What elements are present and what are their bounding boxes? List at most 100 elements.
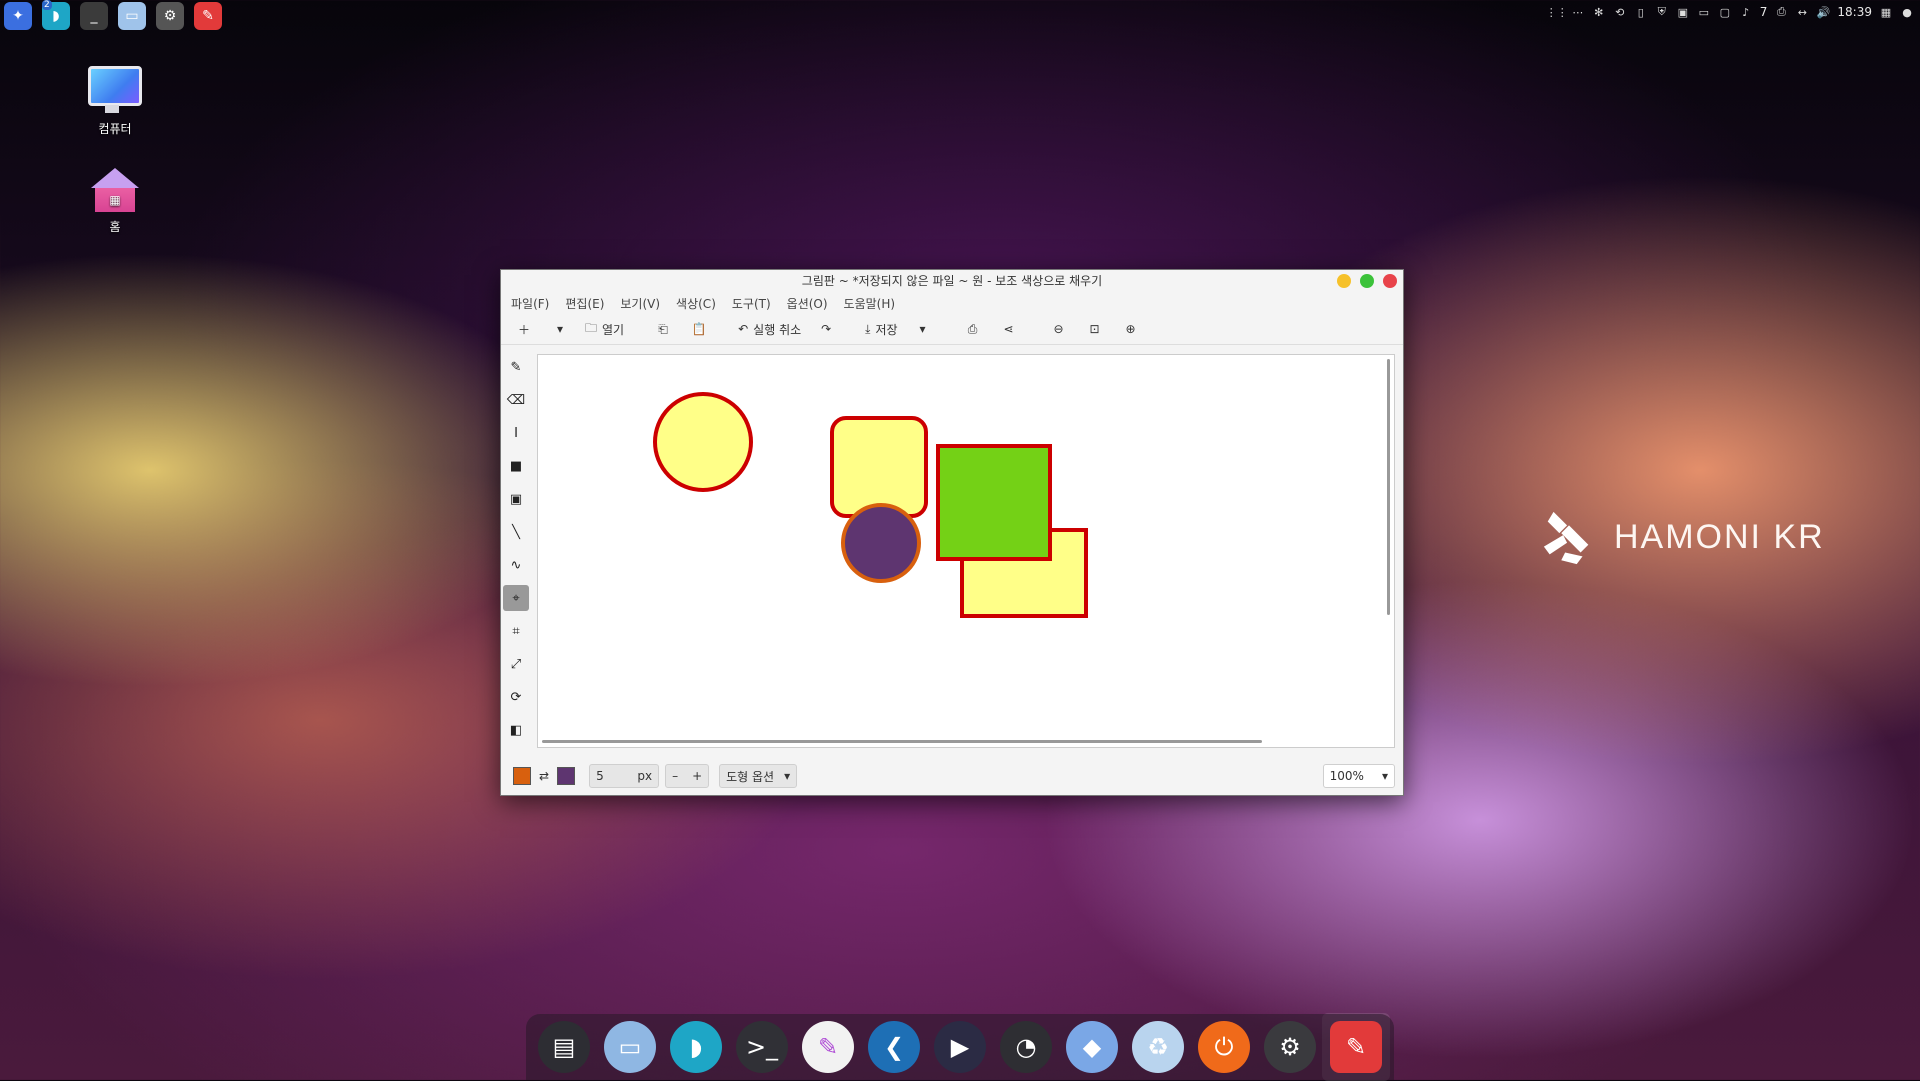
curve-tool-icon[interactable]: ∿ (503, 552, 529, 578)
share-button[interactable]: ⋖ (994, 317, 1024, 341)
printer-icon: ⎙ (967, 321, 978, 336)
free-select-tool-icon[interactable]: ▣ (503, 486, 529, 512)
more-icon[interactable]: ⋯ (1571, 5, 1585, 19)
import-button[interactable]: ⎗ (648, 317, 678, 341)
settings-icon[interactable]: ⚙ (156, 2, 184, 30)
shape-tool-icon[interactable]: ⌖ (503, 585, 529, 611)
zoom-in-icon: ⊕ (1125, 322, 1136, 336)
files-icon[interactable]: ▭ (118, 2, 146, 30)
secondary-color-swatch[interactable] (557, 767, 576, 785)
dock-text-editor-icon[interactable]: ✎ (802, 1021, 854, 1073)
zoom-reset-button[interactable]: ⊡ (1080, 317, 1110, 341)
dock-software-center-icon[interactable]: ◆ (1066, 1021, 1118, 1073)
undo-button[interactable]: ↶ 실행 취소 (734, 317, 805, 341)
display-icon[interactable]: ▣ (1676, 5, 1690, 19)
menu-item[interactable]: 편집(E) (565, 295, 604, 312)
rotate-tool-icon[interactable]: ⟳ (503, 684, 529, 710)
menu-item[interactable]: 도움말(H) (844, 295, 896, 312)
user-icon[interactable]: ● (1900, 5, 1914, 19)
redo-button[interactable]: ↷ (811, 317, 841, 341)
window-titlebar[interactable]: 그림판 ~ *저장되지 않은 파일 ~ 원 - 보조 색상으로 채우기 (501, 270, 1403, 292)
vertical-scrollbar[interactable] (1387, 359, 1390, 615)
menu-item[interactable]: 파일(F) (511, 295, 549, 312)
clock[interactable]: 18:39 (1837, 5, 1872, 19)
paint-icon[interactable]: ✎ (194, 2, 222, 30)
shape-options-label: 도형 옵션 (726, 769, 775, 784)
horizontal-scrollbar[interactable] (542, 740, 1262, 743)
drawing-canvas[interactable] (537, 354, 1395, 748)
size-increase-button[interactable]: + (692, 769, 702, 783)
swap-colors-icon[interactable]: ⇄ (539, 769, 549, 783)
window-count-badge: 2 (42, 0, 52, 10)
dock-paint-icon[interactable]: ✎ (1322, 1013, 1390, 1081)
apps-grid-icon[interactable]: ⋮⋮ (1546, 5, 1568, 19)
green-square-shape (936, 444, 1052, 561)
volume-icon[interactable]: 🔊 (1816, 5, 1831, 19)
size-value: 5 (596, 769, 604, 783)
desktop-computer[interactable]: 컴퓨터 (70, 66, 160, 137)
dock-trash-icon[interactable]: ♻ (1132, 1021, 1184, 1073)
text-tool-icon[interactable]: I (503, 420, 529, 446)
clipboard-icon[interactable]: ▯ (1634, 5, 1648, 19)
rect-select-tool-icon[interactable]: ■ (503, 453, 529, 479)
scale-tool-icon[interactable]: ⤢ (503, 651, 529, 677)
hamonikr-icon[interactable]: ✦ (4, 2, 32, 30)
zoom-in-button[interactable]: ⊕ (1116, 317, 1146, 341)
filters-tool-icon[interactable]: ◧ (503, 717, 529, 743)
network-transfer-icon[interactable]: ↔ (1795, 5, 1809, 19)
size-field[interactable]: 5 px (589, 764, 660, 788)
close-button[interactable] (1383, 274, 1397, 288)
chat-icon[interactable]: ▢ (1718, 5, 1732, 19)
menu-item[interactable]: 보기(V) (620, 295, 660, 312)
dock-files-icon[interactable]: ▭ (604, 1021, 656, 1073)
workspace-icon[interactable]: ▦ (1879, 5, 1893, 19)
dock-system-settings-icon[interactable]: ⚙ (1264, 1021, 1316, 1073)
tool-palette: ✎ ⌫ I ■ ▣ ╲ ∿ ⌖ ⌗ ⤢ ⟳ ◧ (503, 354, 531, 750)
pencil-tool-icon[interactable]: ✎ (503, 354, 529, 380)
paste-button[interactable]: 📋 (684, 317, 714, 341)
dock-terminal-icon[interactable]: >_ (736, 1021, 788, 1073)
dock-video-editor-icon[interactable]: ▶ (934, 1021, 986, 1073)
print-button[interactable]: ⎙ (958, 317, 988, 341)
new-button[interactable]: ＋ (509, 317, 539, 341)
maximize-button[interactable] (1360, 274, 1374, 288)
line-tool-icon[interactable]: ╲ (503, 519, 529, 545)
shape-options-dropdown[interactable]: 도형 옵션 ▾ (719, 764, 798, 788)
dock-system-monitor-icon[interactable]: ◔ (1000, 1021, 1052, 1073)
redo-icon: ↷ (821, 322, 832, 336)
desktop-home[interactable]: ▦ 홈 (70, 164, 160, 235)
home-icon-roof (91, 168, 139, 188)
size-unit: px (637, 769, 653, 783)
bell-icon[interactable]: ♪ (1739, 5, 1753, 19)
dock-vscode-icon[interactable]: ❮ (868, 1021, 920, 1073)
dock-whale-browser-icon[interactable]: ◗ (670, 1021, 722, 1073)
menu-item[interactable]: 색상(C) (676, 295, 716, 312)
note-icon[interactable]: ▭ (1697, 5, 1711, 19)
save-dropdown-button[interactable]: ▾ (908, 317, 938, 341)
crop-tool-icon[interactable]: ⌗ (503, 618, 529, 644)
menu-item[interactable]: 도구(T) (732, 295, 771, 312)
sync-icon[interactable]: ⟲ (1613, 5, 1627, 19)
printer-icon[interactable]: ⎙ (1774, 5, 1788, 19)
save-button[interactable]: ⤓ 저장 (861, 317, 901, 341)
chevron-down-icon: ▾ (556, 322, 564, 336)
shield-icon[interactable]: ⛨ (1655, 5, 1669, 19)
whale-browser-icon[interactable]: ◗ 2 (42, 0, 70, 30)
network-icon[interactable]: ✻ (1592, 5, 1606, 19)
minimize-button[interactable] (1337, 274, 1351, 288)
new-dropdown-button[interactable]: ▾ (545, 317, 575, 341)
dock: ▤ ▭ ◗ >_ ✎ ❮ ▶ ◔ ◆ ♻ ⏻ ⚙ ✎ (526, 1013, 1394, 1081)
dock-window-list-icon[interactable]: ▤ (538, 1021, 590, 1073)
terminal-icon[interactable]: _ (80, 2, 108, 30)
zoom-out-button[interactable]: ⊖ (1044, 317, 1074, 341)
open-button[interactable]: 🗀 열기 (581, 317, 628, 341)
main-color-swatch[interactable] (513, 767, 531, 785)
dock-power-icon[interactable]: ⏻ (1198, 1021, 1250, 1073)
chevron-down-icon: ▾ (784, 769, 791, 783)
menu-item[interactable]: 옵션(O) (787, 295, 828, 312)
eraser-tool-icon[interactable]: ⌫ (503, 387, 529, 413)
size-decrease-button[interactable]: – (672, 769, 678, 783)
zoom-dropdown[interactable]: 100% ▾ (1322, 764, 1395, 788)
save-label: 저장 (875, 322, 898, 337)
yellow-circle-shape (653, 392, 753, 492)
